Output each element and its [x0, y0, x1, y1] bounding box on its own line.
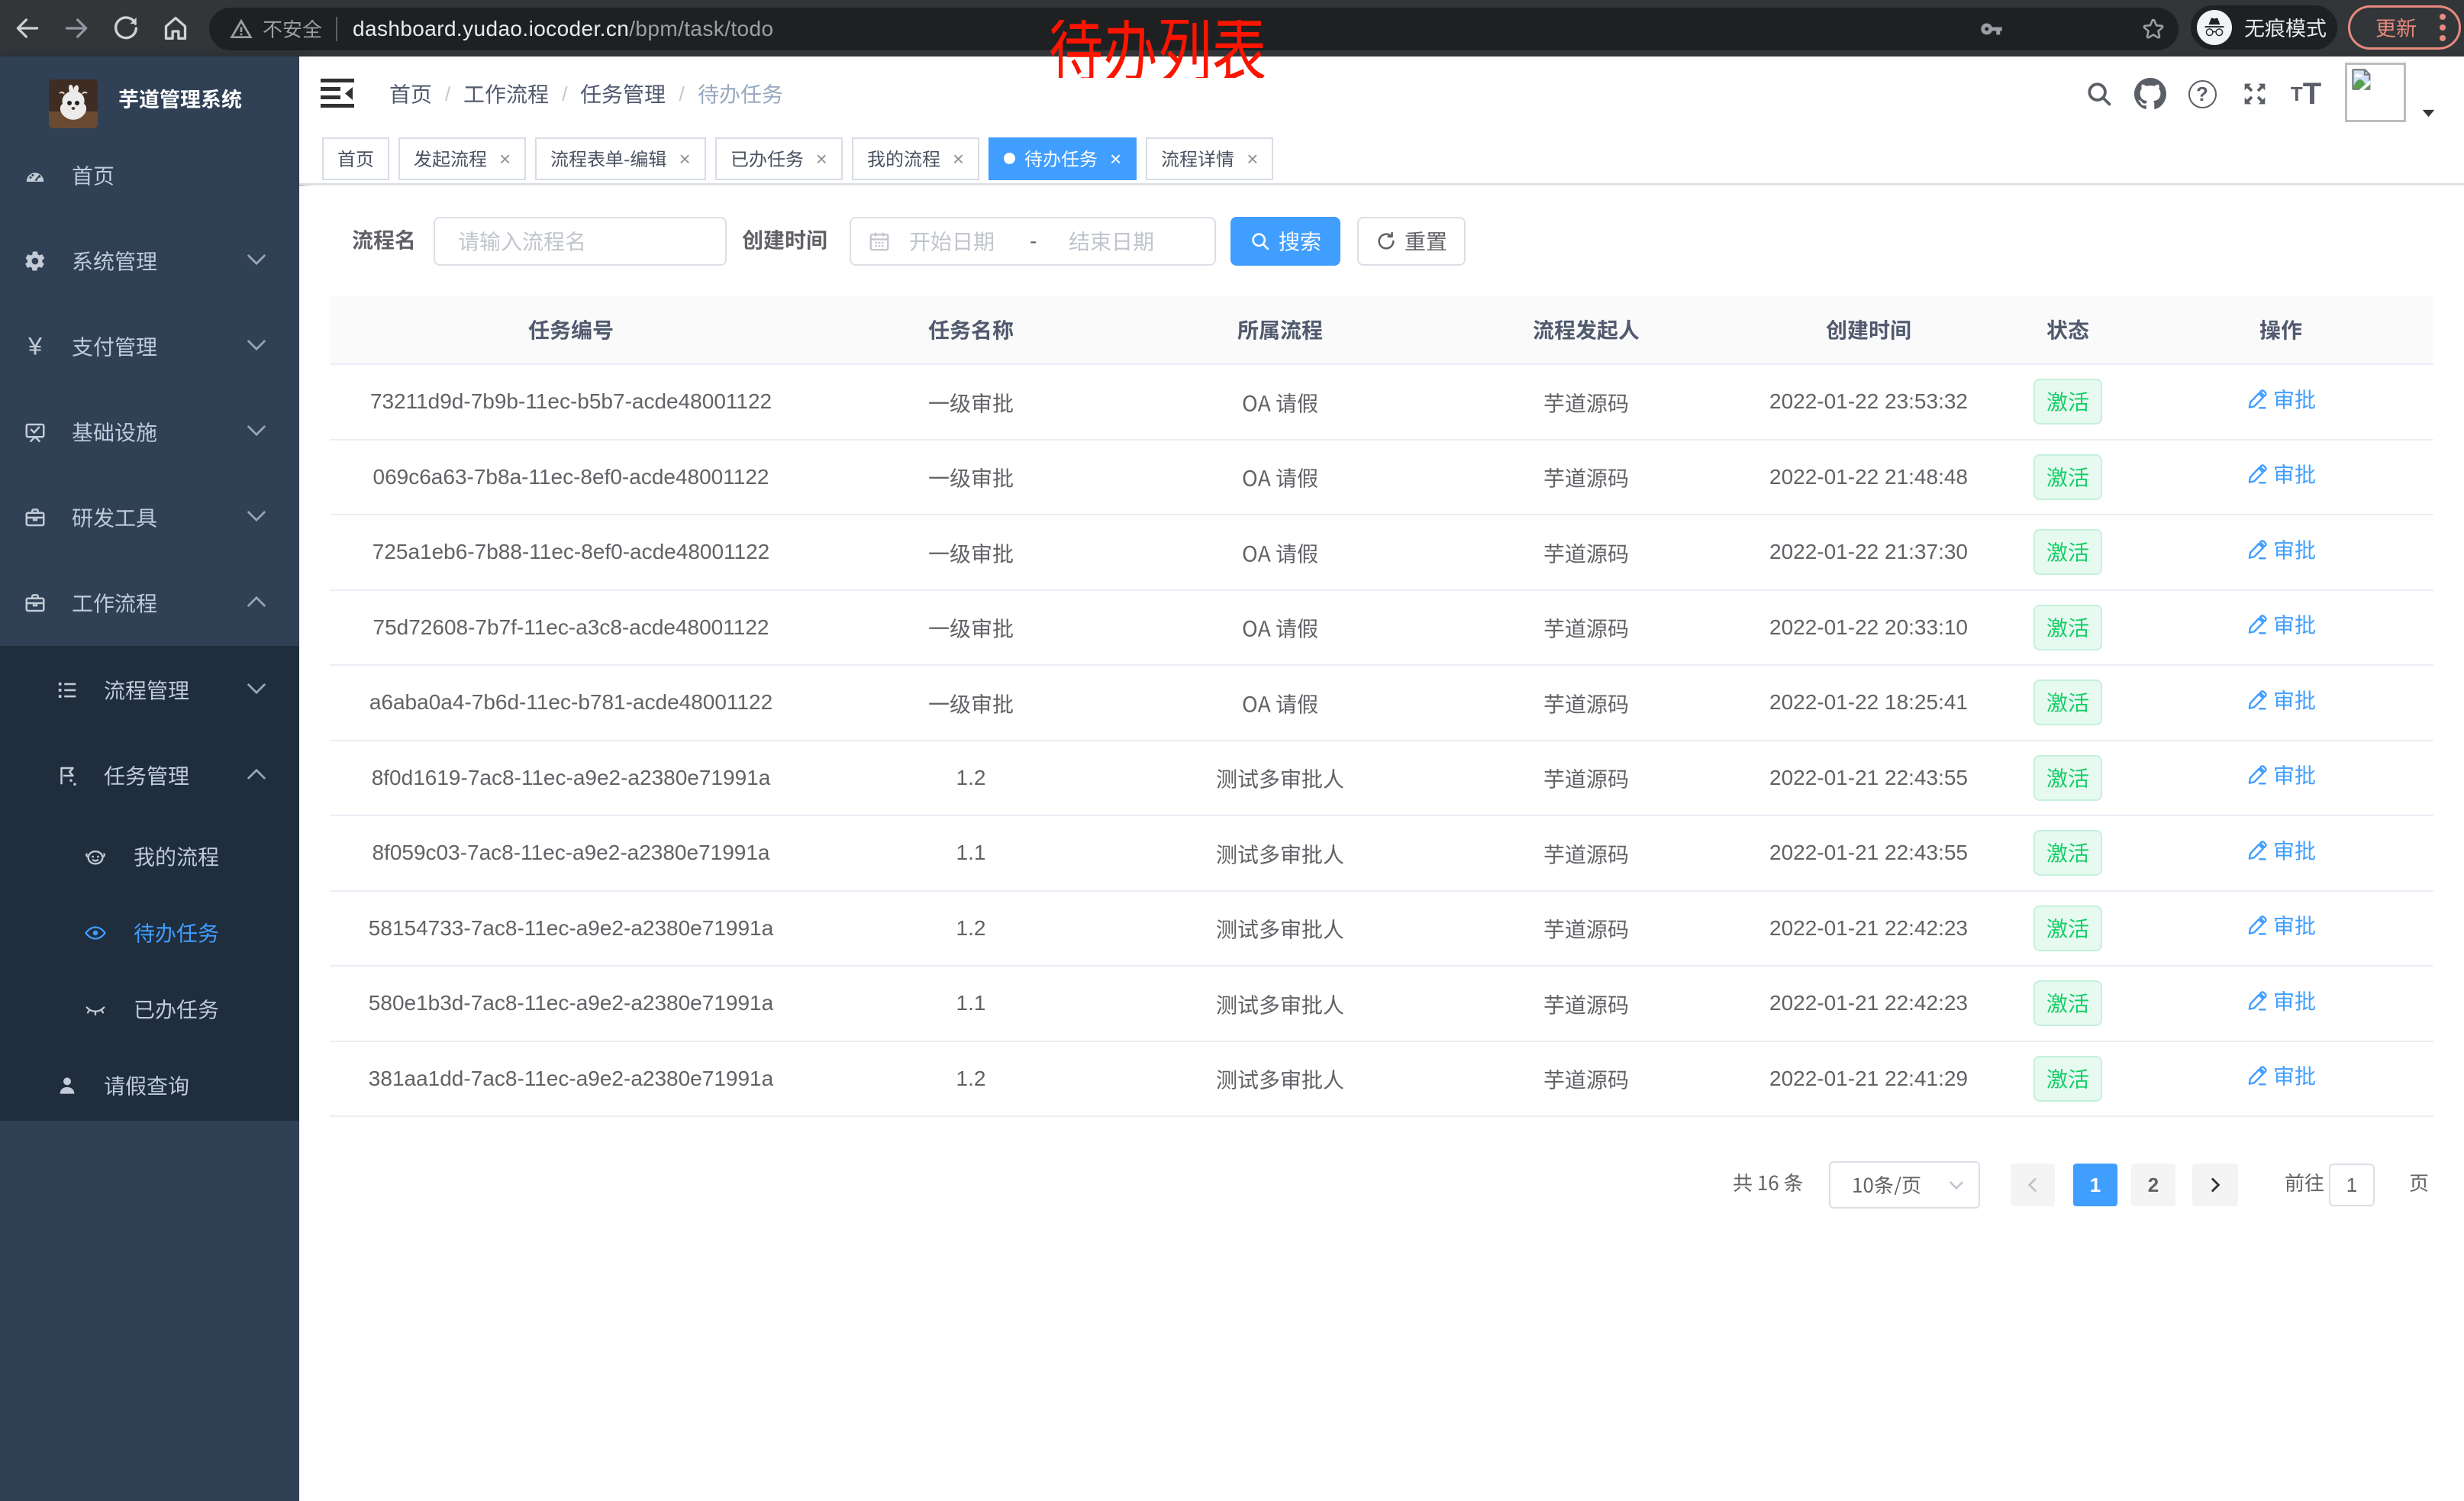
svg-text:¥: ¥: [27, 333, 43, 360]
